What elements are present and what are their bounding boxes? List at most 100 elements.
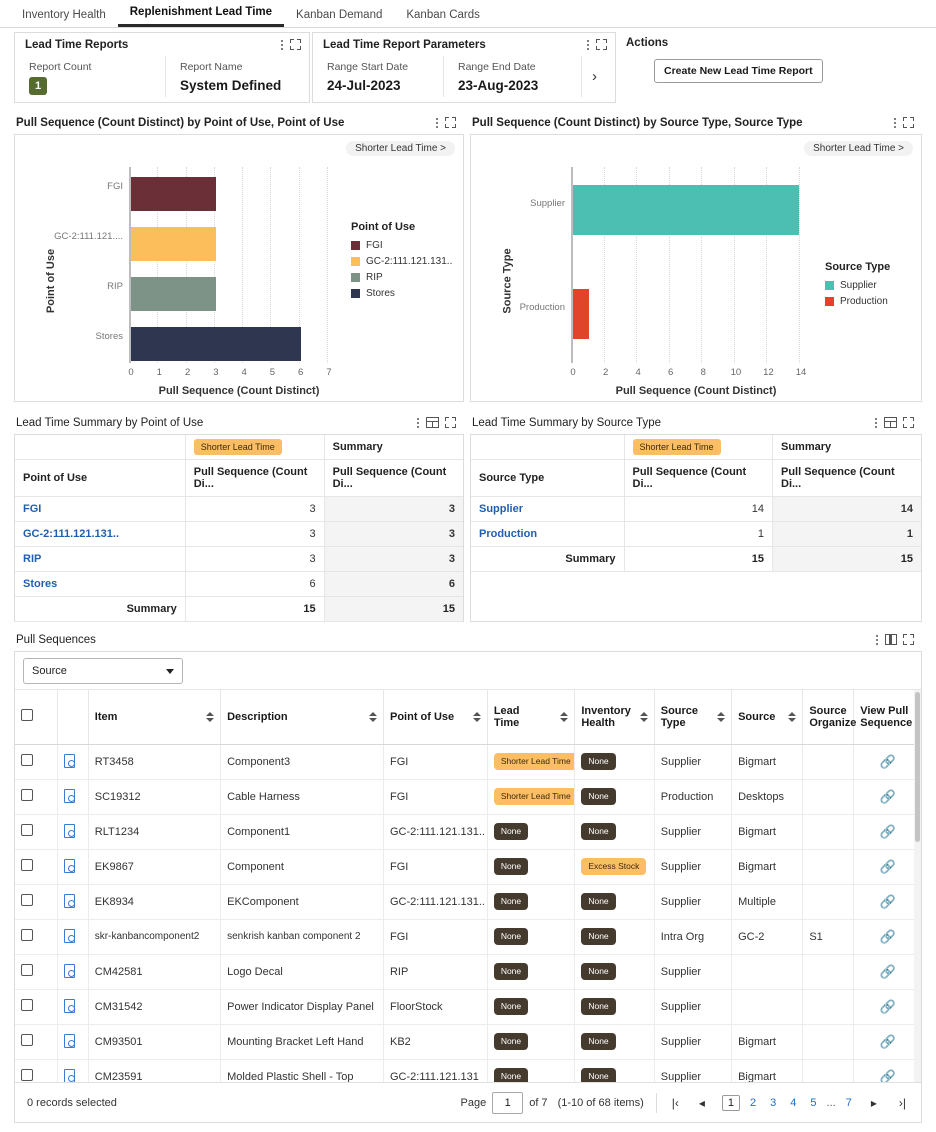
bar-stores[interactable]: [131, 327, 301, 361]
cell-description[interactable]: Molded Plastic Shell - Top: [220, 1059, 384, 1082]
cell-view-pull-sequence[interactable]: 🔗: [853, 814, 921, 850]
row-detail-cell[interactable]: [57, 779, 89, 815]
cell-item[interactable]: CM42581: [88, 954, 222, 990]
cell-point-of-use[interactable]: FGI: [383, 849, 488, 885]
cell-item[interactable]: skr-kanbancomponent2: [88, 919, 222, 955]
cell-view-pull-sequence[interactable]: 🔗: [853, 989, 921, 1025]
cell-description[interactable]: Component3: [220, 744, 384, 780]
kebab-menu-icon[interactable]: [893, 116, 897, 129]
row-checkbox[interactable]: [21, 754, 33, 766]
row-checkbox[interactable]: [21, 1034, 33, 1046]
cell-description[interactable]: Logo Decal: [220, 954, 384, 990]
chart-source-type-filter-pill[interactable]: Shorter Lead Time >: [804, 141, 913, 156]
tab-kanban-demand[interactable]: Kanban Demand: [284, 6, 394, 27]
row-detail-cell[interactable]: [57, 1024, 89, 1060]
row-checkbox[interactable]: [21, 789, 33, 801]
cell-point-of-use[interactable]: RIP: [383, 954, 488, 990]
cell-source[interactable]: Multiple: [731, 884, 804, 920]
cell-source-type[interactable]: Supplier: [654, 954, 733, 990]
kebab-menu-icon[interactable]: [435, 116, 439, 129]
cell-source[interactable]: Bigmart: [731, 744, 804, 780]
document-preview-icon[interactable]: [64, 963, 76, 978]
cell-description[interactable]: senkrish kanban component 2: [220, 919, 384, 955]
page-button-5[interactable]: 5: [806, 1096, 820, 1110]
col-source-type[interactable]: Source Type: [654, 690, 733, 745]
page-button-3[interactable]: 3: [766, 1096, 780, 1110]
page-number-input[interactable]: 1: [492, 1091, 524, 1114]
next-parameter-chevron-icon[interactable]: ›: [581, 56, 607, 97]
cell-description[interactable]: Component: [220, 849, 384, 885]
page-button-1[interactable]: 1: [721, 1094, 741, 1111]
cell-source[interactable]: Bigmart: [731, 814, 804, 850]
row-checkbox-cell[interactable]: [15, 744, 59, 780]
cell-source[interactable]: Bigmart: [731, 1024, 804, 1060]
summary-row-dim[interactable]: GC-2:111.121.131..: [15, 521, 186, 547]
sort-icon[interactable]: [717, 711, 726, 723]
link-icon[interactable]: 🔗: [880, 824, 896, 839]
create-new-lead-time-report-button[interactable]: Create New Lead Time Report: [654, 59, 823, 83]
row-checkbox-cell[interactable]: [15, 954, 59, 990]
bar-gc2[interactable]: [131, 227, 216, 261]
row-checkbox[interactable]: [21, 894, 33, 906]
row-detail-cell[interactable]: [57, 849, 89, 885]
sort-icon[interactable]: [788, 711, 797, 723]
row-detail-cell[interactable]: [57, 1059, 89, 1082]
cell-source-type[interactable]: Supplier: [654, 814, 733, 850]
expand-icon[interactable]: [445, 117, 456, 128]
chart-point-of-use-filter-pill[interactable]: Shorter Lead Time >: [346, 141, 455, 156]
table-view-icon[interactable]: [426, 417, 439, 428]
cell-item[interactable]: RT3458: [88, 744, 222, 780]
cell-point-of-use[interactable]: FGI: [383, 919, 488, 955]
col-inventory-health[interactable]: Inventory Health: [574, 690, 655, 745]
col-lead-time[interactable]: Lead Time: [487, 690, 576, 745]
tab-inventory-health[interactable]: Inventory Health: [10, 6, 118, 27]
summary-row-dim[interactable]: Production: [471, 521, 625, 547]
row-checkbox-cell[interactable]: [15, 1024, 59, 1060]
cell-view-pull-sequence[interactable]: 🔗: [853, 779, 921, 815]
page-button-2[interactable]: 2: [746, 1096, 760, 1110]
legend-item-stores[interactable]: Stores: [351, 288, 452, 299]
bar-production[interactable]: [573, 289, 590, 339]
page-button-4[interactable]: 4: [786, 1096, 800, 1110]
document-preview-icon[interactable]: [64, 753, 76, 768]
link-icon[interactable]: 🔗: [880, 1069, 896, 1083]
row-checkbox[interactable]: [21, 824, 33, 836]
bar-supplier[interactable]: [573, 185, 799, 235]
cell-item[interactable]: SC19312: [88, 779, 222, 815]
tab-replenishment-lead-time[interactable]: Replenishment Lead Time: [117, 3, 285, 27]
cell-source-type[interactable]: Supplier: [654, 1059, 733, 1082]
legend-item-fgi[interactable]: FGI: [351, 240, 452, 251]
pull-sequences-scroll-region[interactable]: Item Description Point of Use Lead Time …: [15, 690, 921, 1082]
row-checkbox-cell[interactable]: [15, 989, 59, 1025]
document-preview-icon[interactable]: [64, 1068, 76, 1082]
page-button-7[interactable]: 7: [842, 1096, 856, 1110]
document-preview-icon[interactable]: [64, 858, 76, 873]
row-checkbox[interactable]: [21, 929, 33, 941]
kebab-menu-icon[interactable]: [280, 38, 284, 51]
link-icon[interactable]: 🔗: [880, 1034, 896, 1049]
cell-point-of-use[interactable]: FloorStock: [383, 989, 488, 1025]
sort-icon[interactable]: [206, 711, 215, 723]
cell-point-of-use[interactable]: GC-2:111.121.131..: [383, 884, 488, 920]
summary-row-dim[interactable]: RIP: [15, 546, 186, 572]
link-icon[interactable]: 🔗: [880, 929, 896, 944]
row-checkbox[interactable]: [21, 964, 33, 976]
document-preview-icon[interactable]: [64, 823, 76, 838]
row-checkbox-cell[interactable]: [15, 779, 59, 815]
col-item[interactable]: Item: [88, 690, 222, 745]
legend-item-supplier[interactable]: Supplier: [825, 280, 890, 291]
row-detail-cell[interactable]: [57, 814, 89, 850]
row-checkbox[interactable]: [21, 859, 33, 871]
legend-item-production[interactable]: Production: [825, 296, 890, 307]
cell-source[interactable]: Bigmart: [731, 1059, 804, 1082]
sort-icon[interactable]: [560, 711, 569, 723]
cell-source-type[interactable]: Supplier: [654, 744, 733, 780]
cell-item[interactable]: EK8934: [88, 884, 222, 920]
previous-page-button[interactable]: ◂: [696, 1096, 708, 1110]
cell-description[interactable]: EKComponent: [220, 884, 384, 920]
col-source[interactable]: Source: [731, 690, 804, 745]
document-preview-icon[interactable]: [64, 788, 76, 803]
cell-source-type[interactable]: Supplier: [654, 989, 733, 1025]
cell-item[interactable]: CM93501: [88, 1024, 222, 1060]
summary-row-dim[interactable]: Supplier: [471, 496, 625, 522]
